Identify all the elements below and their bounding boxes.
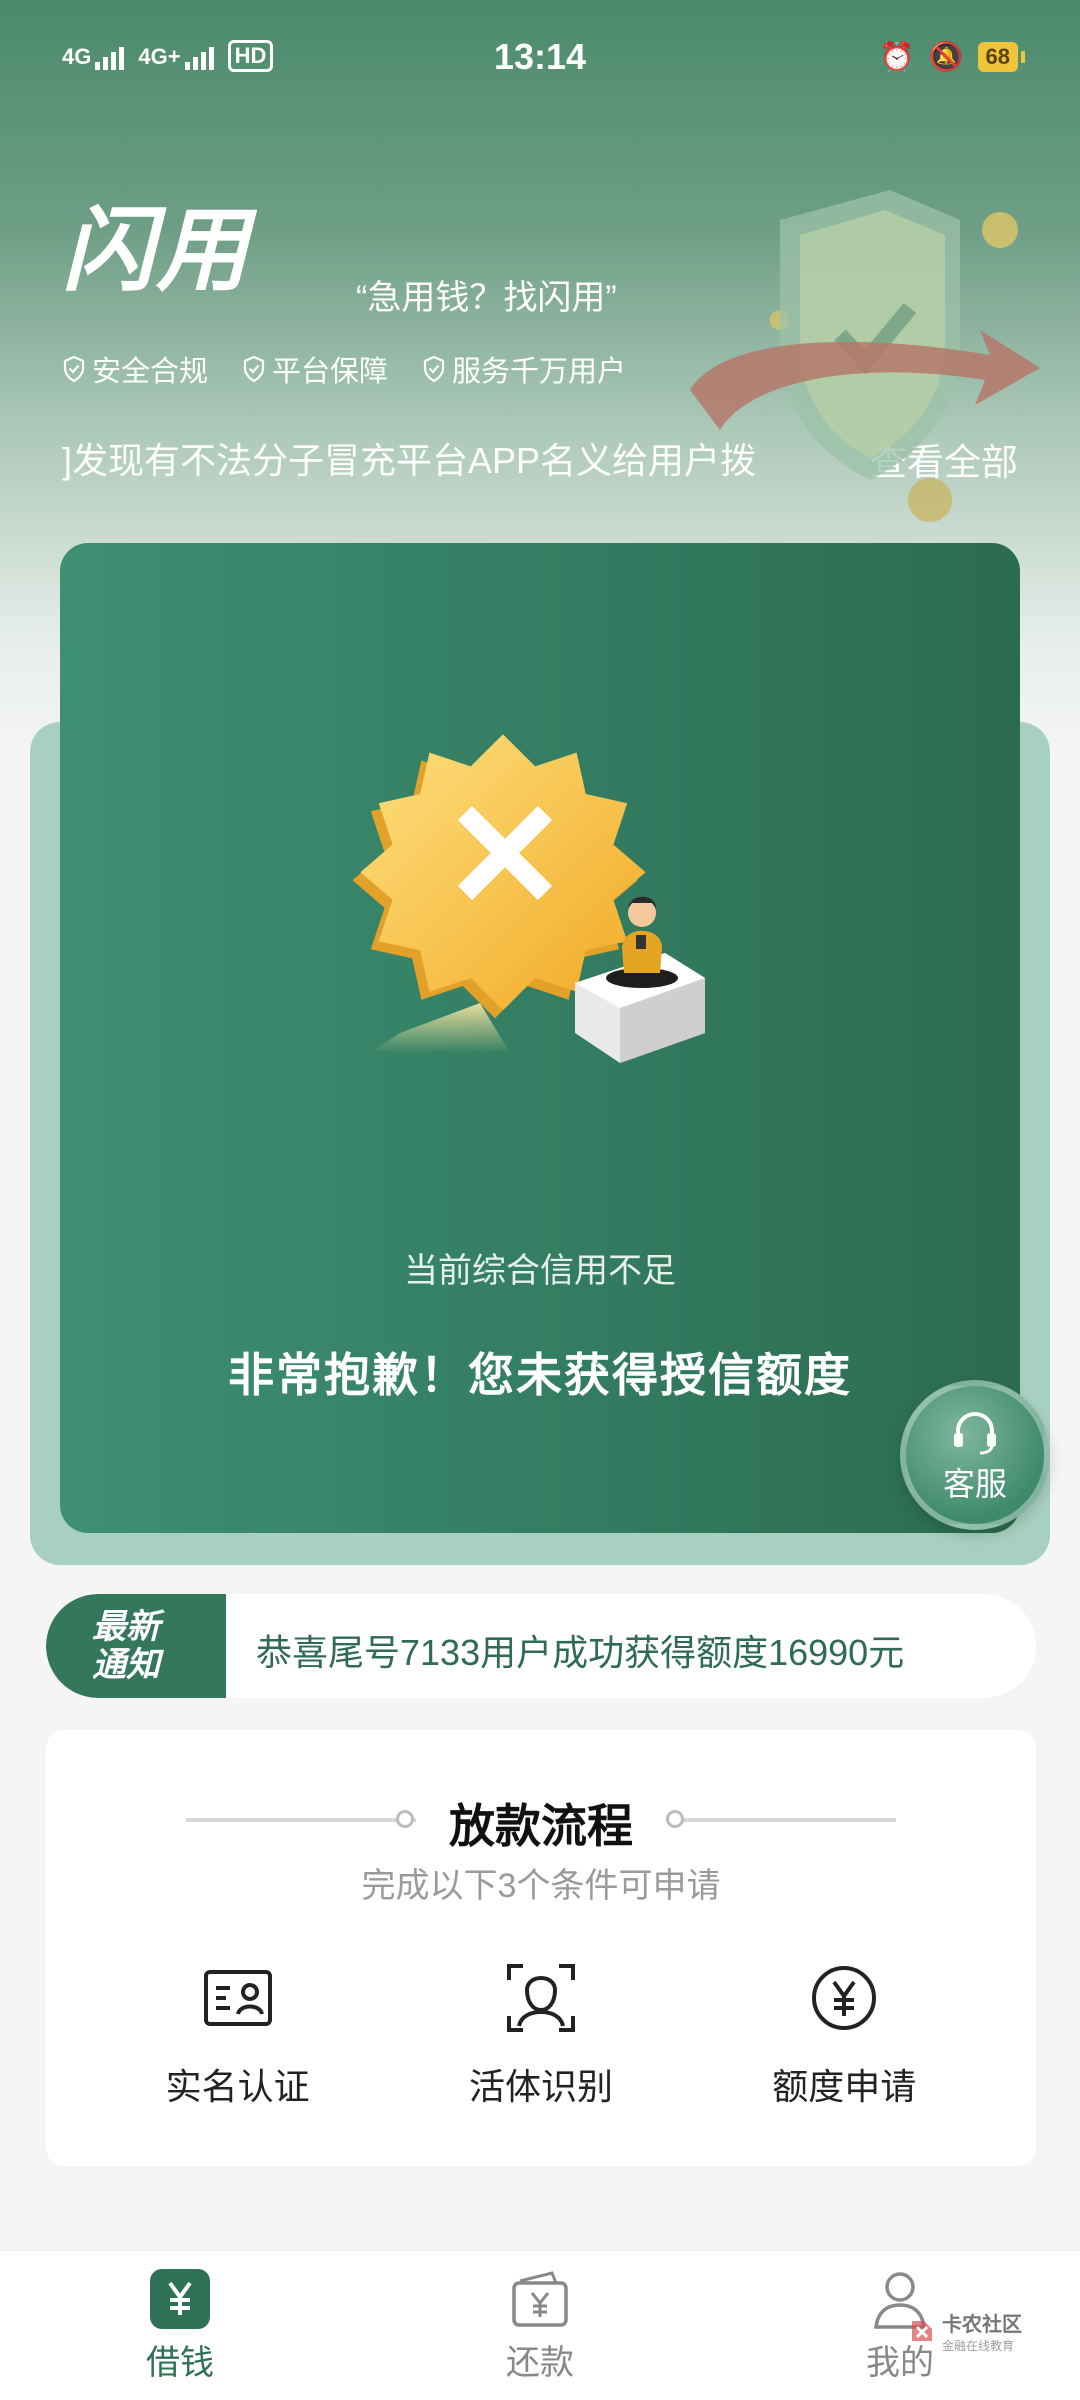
- badge-compliance: 安全合规: [62, 348, 208, 390]
- tag-line-2: 通知: [92, 1646, 160, 1684]
- status-right: ⏰ 🔕 68: [879, 40, 1026, 73]
- badge-label: 平台保障: [272, 356, 389, 388]
- rejected-badge-illustration: [352, 734, 705, 1063]
- process-steps: 实名认证 活体识别 额度申请: [46, 1960, 1036, 2110]
- nav-label: 借钱: [146, 2344, 214, 2382]
- watermark: 卡农社区 金融在线教育: [908, 2308, 1022, 2354]
- latest-notice-tag: 最新 通知: [46, 1594, 226, 1698]
- badge-guarantee: 平台保障: [242, 348, 388, 390]
- nav-label: 还款: [506, 2344, 574, 2382]
- alarm-icon: ⏰: [879, 41, 915, 72]
- loan-process-section: 放款流程 完成以下3个条件可申请 实名认证 活体识别 额度申请: [46, 1730, 1036, 2166]
- latest-notice-bar[interactable]: 最新 通知 恭喜尾号7133用户成功获得额度16990元: [46, 1594, 1036, 1698]
- credit-status-subtitle: 当前综合信用不足: [404, 1252, 676, 1290]
- badge-label: 服务千万用户: [452, 356, 627, 388]
- tag-line-1: 最新: [92, 1608, 160, 1646]
- process-subtitle: 完成以下3个条件可申请: [361, 1867, 721, 1905]
- customer-service-label: 客服: [942, 1466, 1007, 1502]
- credit-result-card: 当前综合信用不足 非常抱歉！您未获得授信额度: [60, 543, 1020, 1533]
- headset-icon: [954, 1411, 996, 1455]
- wallet-icon: [512, 2271, 568, 2327]
- nav-borrow[interactable]: 借钱: [80, 2251, 280, 2400]
- latest-notice-text: 恭喜尾号7133用户成功获得额度16990元: [256, 1632, 905, 1673]
- step-label: 活体识别: [468, 2066, 613, 2107]
- credit-status-title: 非常抱歉！您未获得授信额度: [228, 1349, 852, 1401]
- nav-repay[interactable]: 还款: [440, 2251, 640, 2400]
- trust-badges: 安全合规 平台保障 服务千万用户: [62, 348, 626, 390]
- customer-service-button[interactable]: 客服: [900, 1380, 1050, 1530]
- watermark-text: 卡农社区 金融在线教育: [942, 2308, 1022, 2354]
- watermark-main: 卡农社区: [942, 2314, 1022, 2336]
- badge-users: 服务千万用户: [422, 348, 626, 390]
- step-credit-apply[interactable]: 额度申请: [714, 1960, 974, 2110]
- watermark-logo-icon: [912, 2321, 932, 2341]
- yuan-square-icon: [150, 2269, 210, 2329]
- bell-muted-icon: 🔕: [928, 41, 964, 72]
- shield-check-icon: [243, 355, 265, 383]
- step-real-name[interactable]: 实名认证: [108, 1960, 368, 2110]
- face-scan-icon: [506, 1964, 575, 2032]
- step-liveness[interactable]: 活体识别: [411, 1960, 671, 2110]
- process-title: 放款流程: [449, 1800, 633, 1852]
- status-bar: 4G 4G+ HD 13:14 ⏰ 🔕 68: [0, 0, 1080, 120]
- yuan-circle-icon: [812, 1966, 877, 2030]
- shield-illustration: [690, 190, 1040, 522]
- brand-logo: 闪用: [62, 200, 251, 302]
- watermark-sub: 金融在线教育: [942, 2339, 1015, 2353]
- step-label: 额度申请: [772, 2066, 917, 2107]
- id-card-icon: [203, 1970, 272, 2026]
- badge-label: 安全合规: [92, 356, 209, 388]
- slogan: “急用钱？找闪用”: [356, 279, 617, 317]
- shield-check-icon: [423, 355, 445, 383]
- shield-check-icon: [63, 355, 85, 383]
- step-label: 实名认证: [165, 2066, 310, 2107]
- battery-icon: 68: [977, 41, 1026, 72]
